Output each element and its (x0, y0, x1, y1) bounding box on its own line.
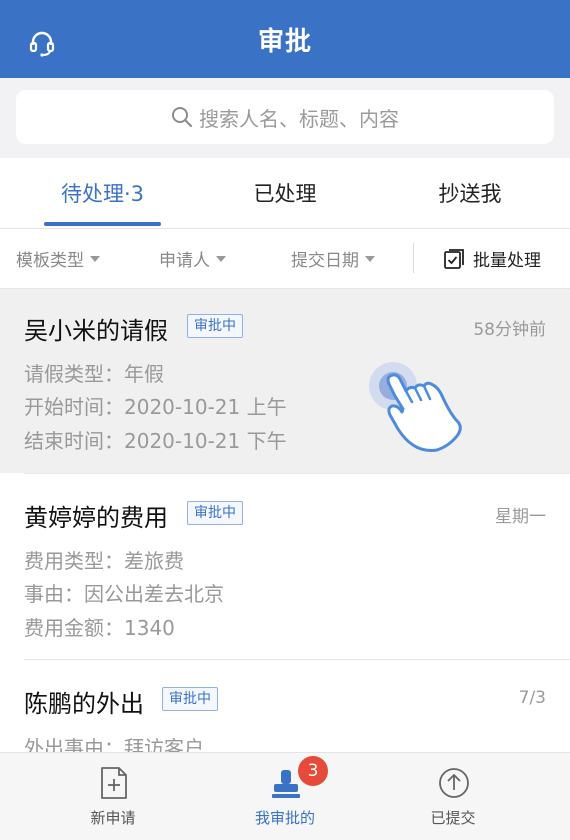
new-document-icon (101, 767, 127, 799)
approval-screen: 审批 搜索人名、标题、内容 待处理·3 已处理 抄送我 模板类型 申请人 提交日… (0, 0, 570, 840)
nav-label: 我审批的 (254, 809, 315, 827)
status-badge: 审批中 (162, 687, 218, 711)
nav-new-application[interactable]: 新申请 (18, 753, 208, 840)
approval-card[interactable]: 黄婷婷的费用 审批中 星期一 费用类型：差旅费 事由：因公出差去北京 费用金额：… (0, 474, 570, 659)
caret-down-icon (90, 255, 100, 262)
page-title: 审批 (257, 26, 312, 57)
tab-pending[interactable]: 待处理·3 (0, 158, 205, 228)
tab-bar: 待处理·3 已处理 抄送我 (0, 158, 570, 229)
nav-label: 已提交 (430, 809, 476, 827)
tap-hand-icon (369, 362, 462, 452)
approval-card[interactable]: 陈鹏的外出 审批中 7/3 外出事由：拜访客户 (0, 660, 570, 752)
headset-icon[interactable] (28, 30, 56, 58)
nav-label: 新申请 (90, 809, 136, 827)
search-icon (172, 107, 193, 128)
card-time: 7/3 (518, 688, 546, 708)
caret-down-icon (365, 255, 375, 262)
nav-submitted[interactable]: 已提交 (358, 753, 548, 840)
card-detail-line: 费用类型：差旅费 (24, 549, 184, 573)
card-detail-line: 开始时间：2020-10-21 上午 (24, 395, 287, 419)
filter-applicant-label: 申请人 (159, 251, 210, 271)
filter-submit-date-label: 提交日期 (291, 251, 359, 271)
checkbox-list-icon (444, 248, 464, 269)
card-detail-line: 结束时间：2020-10-21 下午 (24, 429, 287, 453)
filter-template-type-label: 模板类型 (16, 251, 84, 271)
card-time: 58分钟前 (473, 320, 546, 340)
upload-circle-icon (439, 768, 469, 798)
batch-process-button[interactable]: 批量处理 (443, 229, 541, 288)
status-badge: 审批中 (187, 501, 243, 525)
tab-processed[interactable]: 已处理 (190, 158, 380, 228)
tab-active-indicator (44, 222, 161, 226)
header-bar: 审批 (0, 0, 570, 78)
search-input[interactable]: 搜索人名、标题、内容 (16, 90, 554, 144)
card-title: 吴小米的请假 (24, 317, 168, 345)
card-title: 陈鹏的外出 (24, 690, 144, 718)
filter-bar: 模板类型 申请人 提交日期 批量处理 (0, 229, 570, 289)
bottom-nav: 新申请 3 我审批的 已提交 (0, 752, 570, 840)
card-detail-line: 事由：因公出差去北京 (24, 582, 224, 606)
card-title: 黄婷婷的费用 (24, 504, 168, 532)
card-detail-line: 请假类型：年假 (24, 362, 164, 386)
search-placeholder: 搜索人名、标题、内容 (199, 106, 399, 131)
status-badge: 审批中 (187, 314, 243, 338)
nav-badge: 3 (298, 756, 328, 786)
filter-divider (413, 243, 414, 273)
nav-my-approvals[interactable]: 3 我审批的 (190, 753, 380, 840)
approval-card[interactable]: 吴小米的请假 审批中 58分钟前 请假类型：年假 开始时间：2020-10-21… (0, 289, 570, 473)
filter-applicant[interactable]: 申请人 (159, 229, 226, 288)
search-area: 搜索人名、标题、内容 (0, 78, 570, 158)
filter-submit-date[interactable]: 提交日期 (291, 229, 375, 288)
caret-down-icon (216, 255, 226, 262)
list-clip: 陈鹏的外出 审批中 7/3 外出事由：拜访客户 (0, 660, 570, 752)
tab-processed-label: 已处理 (253, 182, 317, 206)
batch-process-label: 批量处理 (473, 251, 541, 271)
tab-pending-label: 待处理·3 (60, 182, 145, 206)
tab-cc-me[interactable]: 抄送我 (380, 158, 560, 228)
filter-template-type[interactable]: 模板类型 (16, 229, 100, 288)
card-detail-line: 费用金额：1340 (24, 616, 175, 640)
card-detail-line: 外出事由：拜访客户 (24, 736, 204, 752)
card-time: 星期一 (495, 507, 546, 527)
tab-cc-me-label: 抄送我 (438, 182, 502, 206)
